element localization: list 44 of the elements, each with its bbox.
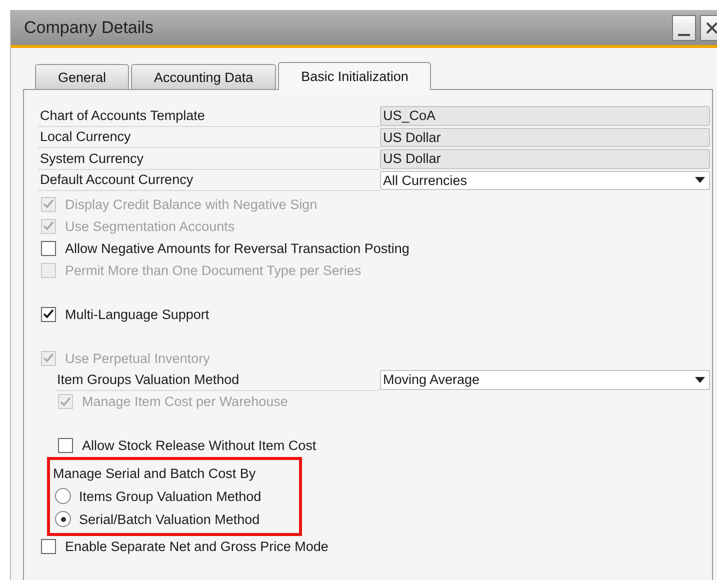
checkbox[interactable]	[41, 240, 56, 256]
check-icon	[43, 309, 54, 319]
field-label: Chart of Accounts Template	[38, 105, 380, 126]
checkbox-label: Multi-Language Support	[65, 306, 210, 322]
checkbox-label: Display Credit Balance with Negative Sign	[65, 196, 318, 212]
dropdown-arrow-icon	[695, 376, 705, 383]
checkbox[interactable]	[41, 306, 56, 322]
field-value: US Dollar	[383, 130, 442, 145]
tab[interactable]: General	[35, 64, 130, 89]
radio-label: Items Group Valuation Method	[79, 488, 262, 504]
checkbox-label: Use Segmentation Accounts	[65, 218, 235, 234]
dropdown-value: Moving Average	[383, 372, 481, 388]
readonly-field[interactable]: US_CoA	[380, 106, 710, 126]
checkbox-label: Enable Separate Net and Gross Price Mode	[65, 539, 328, 554]
field-label: Default Account Currency	[38, 170, 380, 191]
dropdown-arrow-icon	[695, 177, 705, 184]
tab[interactable]: Basic Initialization	[278, 62, 432, 90]
checkbox-label: Manage Item Cost per Warehouse	[82, 394, 288, 409]
field-label: Item Groups Valuation Method	[55, 369, 380, 390]
tab[interactable]: Accounting Data	[131, 64, 276, 89]
close-icon	[706, 22, 717, 34]
field-label: System Currency	[38, 148, 380, 170]
checkbox-label: Use Perpetual Inventory	[65, 350, 210, 366]
field-value: US Dollar	[383, 151, 442, 166]
checkbox-label: Permit More than One Document Type per Series	[65, 262, 362, 278]
check-icon	[43, 199, 54, 209]
dropdown-field[interactable]: All Currencies	[380, 170, 710, 190]
radio-label: Serial/Batch Valuation Method	[79, 512, 260, 526]
field-value: All Currencies	[383, 172, 468, 188]
check-icon	[60, 396, 71, 406]
checkbox-label: Allow Negative Amounts for Reversal Transaction Posting	[65, 240, 410, 256]
group-heading: Manage Serial and Batch Cost By	[53, 465, 257, 483]
checkbox[interactable]	[41, 539, 56, 554]
readonly-field[interactable]: US Dollar	[380, 128, 710, 147]
field-label: Local Currency	[38, 126, 380, 148]
minimize-icon	[678, 34, 690, 36]
window-title: Company Details	[24, 18, 154, 38]
readonly-field[interactable]: US Dollar	[380, 149, 710, 168]
check-icon	[43, 353, 54, 363]
minimize-button[interactable]	[672, 14, 696, 40]
checkbox-label: Allow Stock Release Without Item Cost	[82, 438, 316, 453]
check-icon	[43, 221, 54, 231]
field-value: US_CoA	[383, 108, 437, 124]
close-button[interactable]	[700, 14, 717, 40]
